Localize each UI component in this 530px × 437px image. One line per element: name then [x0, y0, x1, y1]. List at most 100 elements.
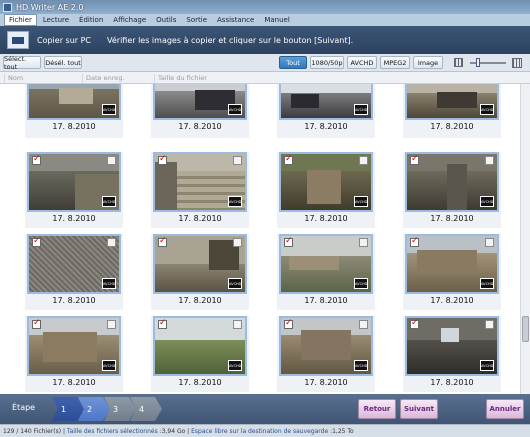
clip-date: 17. 8.2010: [430, 122, 474, 131]
clip-thumbnail: AVCHD: [153, 152, 247, 212]
menu-fichier[interactable]: Fichier: [4, 14, 37, 26]
clip-info-icon: [359, 156, 368, 165]
clip-thumbnail: AVCHD: [405, 234, 499, 294]
clip-tile[interactable]: AVCHD 17. 8.2010: [151, 84, 249, 138]
avchd-badge: AVCHD: [480, 104, 494, 115]
clip-tile[interactable]: AVCHD 17. 8.2010: [25, 234, 123, 310]
select-checkbox[interactable]: [410, 318, 419, 329]
clip-tile[interactable]: AVCHD 17. 8.2010: [151, 316, 249, 392]
column-name[interactable]: Nom: [4, 74, 82, 83]
clip-tile[interactable]: AVCHD 17. 8.2010: [151, 234, 249, 310]
clip-thumbnail: AVCHD: [27, 316, 121, 376]
clip-tile[interactable]: AVCHD 17. 8.2010: [403, 152, 501, 228]
select-checkbox[interactable]: [410, 154, 419, 165]
clip-tile[interactable]: AVCHD 17. 8.2010: [403, 84, 501, 138]
cancel-button[interactable]: Annuler: [486, 399, 524, 419]
clip-info-icon: [485, 156, 494, 165]
clip-tile[interactable]: AVCHD 17. 8.2010: [403, 316, 501, 392]
select-checkbox[interactable]: [32, 154, 41, 165]
thumbnail-size-slider-handle[interactable]: [476, 58, 480, 67]
clip-date: 17. 8.2010: [304, 214, 348, 223]
clip-date: 17. 8.2010: [304, 122, 348, 131]
menu-outils[interactable]: Outils: [152, 15, 180, 25]
select-checkbox[interactable]: [32, 318, 41, 329]
window-titlebar: HD Writer AE 2.0: [0, 0, 530, 14]
scrollbar-thumb[interactable]: [522, 316, 529, 342]
status-bar: 129 / 140 Fichier(s) | Taille des fichie…: [0, 424, 530, 437]
clip-info-icon: [233, 320, 242, 329]
clip-tile[interactable]: AVCHD 17. 8.2010: [403, 234, 501, 310]
avchd-badge: AVCHD: [354, 196, 368, 207]
column-size[interactable]: Taille du fichier: [154, 74, 230, 83]
select-all-button[interactable]: Sélect. tout: [3, 55, 41, 71]
avchd-badge: AVCHD: [480, 360, 494, 371]
clip-date: 17. 8.2010: [178, 296, 222, 305]
clip-date: 17. 8.2010: [178, 214, 222, 223]
clip-date: 17. 8.2010: [52, 122, 96, 131]
menu-assistance[interactable]: Assistance: [213, 15, 258, 25]
clip-tile[interactable]: AVCHD 17. 8.2010: [277, 234, 375, 310]
filter-tout-button[interactable]: Tout: [279, 56, 307, 69]
thumbnail-size-icon[interactable]: [454, 58, 463, 67]
free-space-value: 1,25 To: [332, 427, 354, 435]
wizard-step-bar: Étape 1 2 3 4 Retour Suivant Annuler: [0, 394, 530, 424]
toolbar: Sélect. tout Désél. tout Tout 1080/50p A…: [0, 54, 530, 72]
select-checkbox[interactable]: [32, 236, 41, 247]
clip-info-icon: [359, 238, 368, 247]
clip-tile[interactable]: AVCHD 17. 8.2010: [151, 152, 249, 228]
filter-image-button[interactable]: Image: [413, 56, 443, 69]
step-1: 1: [52, 397, 84, 421]
vertical-scrollbar[interactable]: [520, 84, 530, 394]
clip-info-icon: [107, 238, 116, 247]
clip-tile[interactable]: AVCHD 17. 8.2010: [25, 84, 123, 138]
menu-affichage[interactable]: Affichage: [109, 15, 150, 25]
clip-thumbnail: AVCHD: [153, 84, 247, 120]
avchd-badge: AVCHD: [102, 278, 116, 289]
avchd-badge: AVCHD: [228, 104, 242, 115]
column-date[interactable]: Date enreg.: [82, 74, 154, 83]
avchd-badge: AVCHD: [228, 196, 242, 207]
clip-thumbnail: AVCHD: [405, 316, 499, 376]
filter-avchd-button[interactable]: AVCHD: [347, 56, 377, 69]
clip-thumbnail: AVCHD: [279, 84, 373, 120]
clip-date: 17. 8.2010: [52, 296, 96, 305]
menu-edition[interactable]: Édition: [75, 15, 107, 25]
filter-1080-50p-button[interactable]: 1080/50p: [310, 56, 344, 69]
clip-thumbnail: AVCHD: [27, 84, 121, 120]
select-checkbox[interactable]: [284, 236, 293, 247]
clip-date: 17. 8.2010: [430, 296, 474, 305]
avchd-badge: AVCHD: [228, 360, 242, 371]
select-checkbox[interactable]: [158, 236, 167, 247]
filter-mpeg2-button[interactable]: MPEG2: [380, 56, 410, 69]
avchd-badge: AVCHD: [102, 360, 116, 371]
clip-date: 17. 8.2010: [178, 122, 222, 131]
clip-thumbnail: AVCHD: [153, 234, 247, 294]
menu-lecture[interactable]: Lecture: [39, 15, 73, 25]
select-checkbox[interactable]: [158, 154, 167, 165]
menu-manuel[interactable]: Manuel: [260, 15, 293, 25]
clip-tile[interactable]: AVCHD 17. 8.2010: [25, 152, 123, 228]
select-checkbox[interactable]: [284, 154, 293, 165]
clip-tile[interactable]: AVCHD 17. 8.2010: [277, 152, 375, 228]
clip-info-icon: [359, 320, 368, 329]
clip-date: 17. 8.2010: [304, 378, 348, 387]
menu-sortie[interactable]: Sortie: [182, 15, 211, 25]
select-checkbox[interactable]: [284, 318, 293, 329]
back-button[interactable]: Retour: [358, 399, 396, 419]
file-count: 129 / 140 Fichier(s): [3, 427, 62, 435]
large-thumbnail-icon[interactable]: [512, 58, 522, 68]
select-checkbox[interactable]: [158, 318, 167, 329]
next-button[interactable]: Suivant: [400, 399, 438, 419]
clip-tile[interactable]: AVCHD 17. 8.2010: [25, 316, 123, 392]
select-checkbox[interactable]: [410, 236, 419, 247]
deselect-all-button[interactable]: Désél. tout: [44, 56, 82, 69]
app-icon: [3, 2, 12, 12]
clip-thumbnail: AVCHD: [279, 234, 373, 294]
clip-tile[interactable]: AVCHD 17. 8.2010: [277, 84, 375, 138]
page-title: Copier sur PC: [37, 35, 92, 45]
clip-thumbnail: AVCHD: [279, 316, 373, 376]
clip-tile[interactable]: AVCHD 17. 8.2010: [277, 316, 375, 392]
clip-thumbnail: AVCHD: [279, 152, 373, 212]
avchd-badge: AVCHD: [102, 104, 116, 115]
clip-thumbnail: AVCHD: [405, 152, 499, 212]
